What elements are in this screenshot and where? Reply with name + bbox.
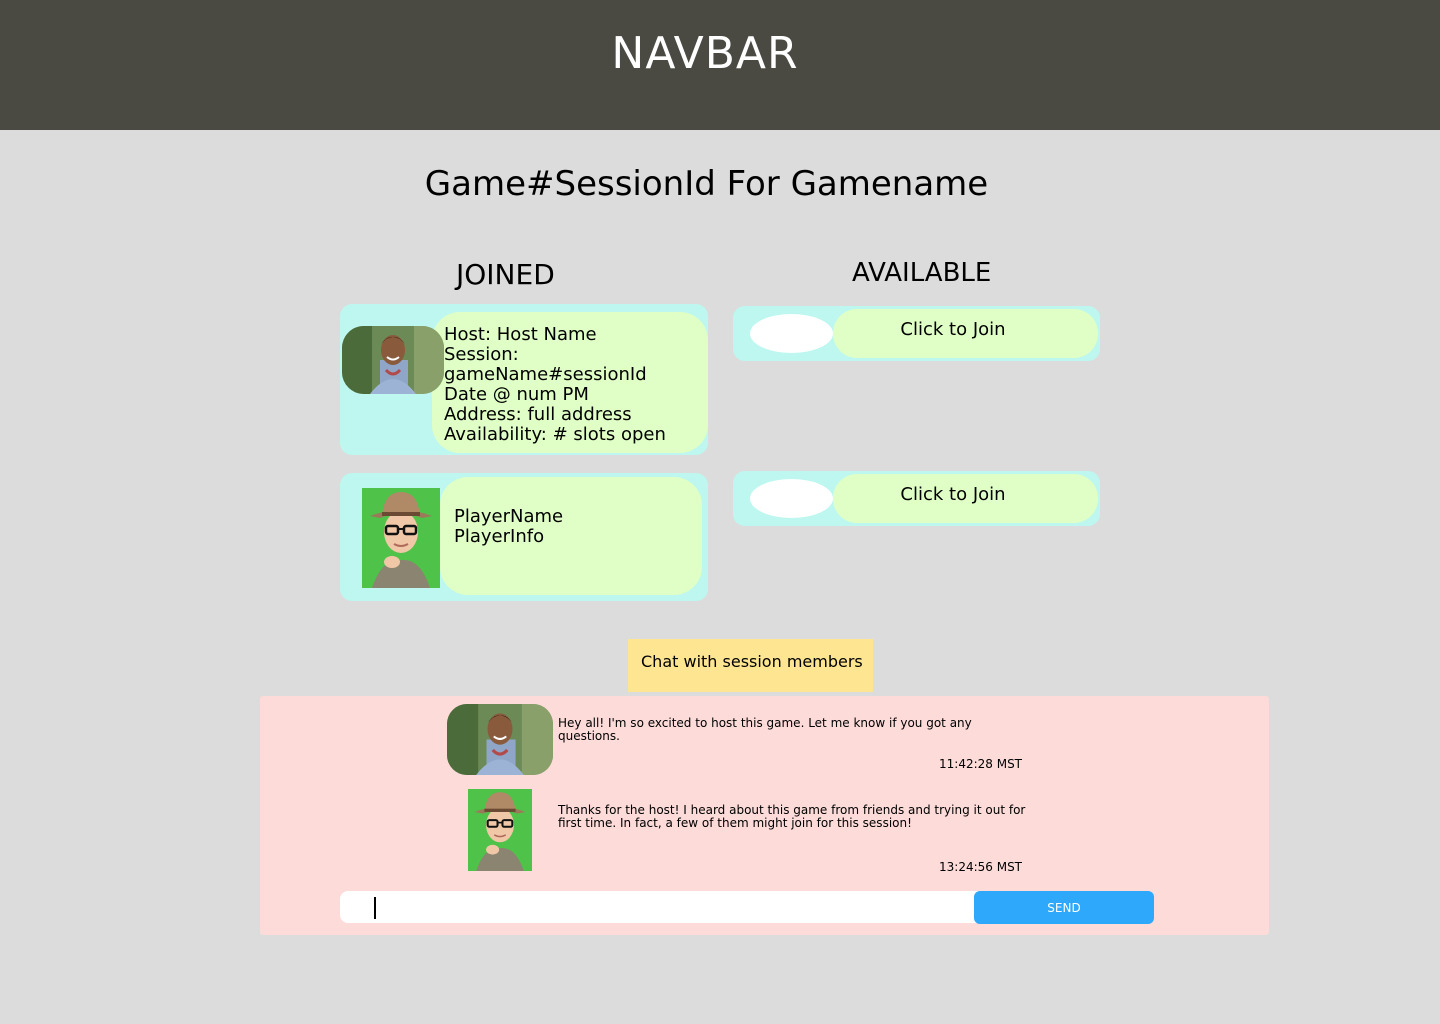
available-heading: AVAILABLE <box>852 258 992 288</box>
message-time: 13:24:56 MST <box>939 860 1023 874</box>
navbar: NAVBAR <box>0 0 1440 130</box>
text-cursor <box>374 897 376 919</box>
player-name: PlayerName <box>454 506 564 527</box>
empty-slot-avatar <box>750 479 833 518</box>
click-to-join-button[interactable]: Click to Join <box>833 319 1073 340</box>
page-title: Game#SessionId For Gamename <box>424 164 989 204</box>
chat-tab-label: Chat with session members <box>641 652 863 671</box>
session-availability: Availability: # slots open <box>444 424 666 445</box>
player-info: PlayerName PlayerInfo <box>454 507 563 547</box>
join-slot[interactable]: Click to Join <box>733 306 1100 361</box>
host-name: Host: Host Name <box>444 324 597 345</box>
message-time: 11:42:28 MST <box>939 757 1023 771</box>
navbar-title: NAVBAR <box>611 28 799 79</box>
empty-slot-avatar <box>750 314 833 353</box>
message-avatar <box>447 704 553 775</box>
join-slot[interactable]: Click to Join <box>733 471 1100 526</box>
host-card[interactable]: Host: Host Name Session: gameName#sessio… <box>340 304 708 455</box>
joined-heading: JOINED <box>456 258 555 291</box>
player-details: PlayerInfo <box>454 526 545 547</box>
session-value: gameName#sessionId <box>444 364 647 385</box>
chat-panel: Hey all! I'm so excited to host this gam… <box>260 696 1269 935</box>
player-card[interactable]: PlayerName PlayerInfo <box>340 473 708 601</box>
click-to-join-button[interactable]: Click to Join <box>833 484 1073 505</box>
player-avatar <box>362 488 440 588</box>
host-info: Host: Host Name Session: gameName#sessio… <box>444 325 704 445</box>
session-address: Address: full address <box>444 404 632 425</box>
chat-message-input[interactable] <box>340 891 980 923</box>
chat-tab[interactable]: Chat with session members <box>628 639 873 692</box>
message-text: Thanks for the host! I heard about this … <box>558 803 1026 830</box>
session-date: Date @ num PM <box>444 384 589 405</box>
host-avatar <box>342 326 444 394</box>
message-avatar <box>468 789 532 871</box>
session-label: Session: <box>444 344 519 365</box>
message-text: Hey all! I'm so excited to host this gam… <box>558 716 972 743</box>
send-button[interactable]: SEND <box>974 891 1154 924</box>
